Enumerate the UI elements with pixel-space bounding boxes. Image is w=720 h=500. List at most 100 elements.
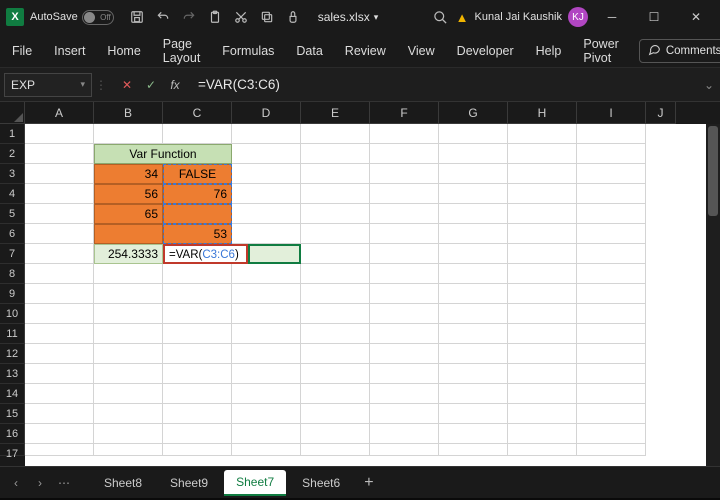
expand-formula-bar-icon[interactable]: ⌄ — [698, 78, 720, 92]
row-headers: 1234567891011121314151617 — [0, 124, 25, 466]
chevron-down-icon: ▾ — [80, 79, 85, 90]
cell-c6[interactable]: 53 — [163, 224, 232, 244]
row-header[interactable]: 10 — [0, 304, 25, 324]
formula-input[interactable] — [192, 73, 698, 96]
formula-bar: EXP ▾ ⋮ ✕ ✓ fx ⌄ — [0, 68, 720, 102]
row-header[interactable]: 1 — [0, 124, 25, 144]
tab-home[interactable]: Home — [105, 40, 142, 62]
tab-review[interactable]: Review — [343, 40, 388, 62]
column-headers: A B C D E F G H I J — [25, 102, 706, 124]
comments-button[interactable]: Comments — [639, 39, 720, 63]
row-header[interactable]: 13 — [0, 364, 25, 384]
cell-d7[interactable] — [248, 244, 301, 264]
sheet-nav-prev[interactable]: ‹ — [6, 476, 26, 490]
ribbon-tabs: File Insert Home Page Layout Formulas Da… — [0, 34, 720, 68]
close-button[interactable]: ✕ — [678, 3, 714, 31]
col-header[interactable]: D — [232, 102, 301, 124]
col-header[interactable]: A — [25, 102, 94, 124]
col-header[interactable]: B — [94, 102, 163, 124]
comments-label: Comments — [666, 45, 720, 57]
row-header[interactable]: 6 — [0, 224, 25, 244]
select-all-corner[interactable] — [0, 102, 25, 124]
col-header[interactable]: I — [577, 102, 646, 124]
row-header[interactable]: 8 — [0, 264, 25, 284]
user-name: Kunal Jai Kaushik — [475, 11, 562, 23]
cut-icon[interactable] — [232, 8, 250, 26]
cancel-edit-icon[interactable]: ✕ — [118, 76, 136, 94]
row-header[interactable]: 14 — [0, 384, 25, 404]
sheet-tab[interactable]: Sheet9 — [158, 471, 220, 495]
tab-page-layout[interactable]: Page Layout — [161, 33, 203, 69]
undo-icon[interactable] — [154, 8, 172, 26]
row-header[interactable]: 17 — [0, 444, 25, 456]
sheet-tab[interactable]: Sheet6 — [290, 471, 352, 495]
row-header[interactable]: 2 — [0, 144, 25, 164]
tab-view[interactable]: View — [406, 40, 437, 62]
cell-b5[interactable]: 65 — [94, 204, 163, 224]
row-header[interactable]: 9 — [0, 284, 25, 304]
worksheet-grid: A B C D E F G H I J 12345678910111213141… — [0, 102, 720, 466]
tab-power-pivot[interactable]: Power Pivot — [581, 33, 620, 69]
confirm-edit-icon[interactable]: ✓ — [142, 76, 160, 94]
account-area[interactable]: ▲ Kunal Jai Kaushik KJ — [456, 7, 588, 27]
sheet-tab-bar: ‹ › ⋯ Sheet8 Sheet9 Sheet7 Sheet6 + — [0, 466, 720, 498]
col-header[interactable]: G — [439, 102, 508, 124]
maximize-button[interactable]: ☐ — [636, 3, 672, 31]
cell-c4[interactable]: 76 — [163, 184, 232, 204]
cells-area[interactable]: Var Function 34FALSE 5676 65 53 254.3333… — [25, 124, 706, 466]
touch-mode-icon[interactable] — [284, 8, 302, 26]
col-header[interactable]: E — [301, 102, 370, 124]
cell-c3[interactable]: FALSE — [163, 164, 232, 184]
document-title[interactable]: sales.xlsx ▾ — [318, 10, 379, 24]
col-header[interactable]: C — [163, 102, 232, 124]
vertical-scrollbar[interactable] — [706, 124, 720, 466]
cell-b6[interactable] — [94, 224, 163, 244]
tab-insert[interactable]: Insert — [52, 40, 87, 62]
tab-formulas[interactable]: Formulas — [220, 40, 276, 62]
name-box[interactable]: EXP ▾ — [4, 73, 92, 97]
fx-icon[interactable]: fx — [166, 76, 184, 94]
scrollbar-thumb[interactable] — [708, 126, 718, 216]
row-header[interactable]: 12 — [0, 344, 25, 364]
sheet-nav-next[interactable]: › — [30, 476, 50, 490]
sheet-tab[interactable]: Sheet8 — [92, 471, 154, 495]
cell-b4[interactable]: 56 — [94, 184, 163, 204]
tab-data[interactable]: Data — [294, 40, 324, 62]
autosave-label: AutoSave — [30, 11, 78, 23]
add-sheet-button[interactable]: + — [364, 474, 373, 492]
copy-icon[interactable] — [258, 8, 276, 26]
excel-app-icon: X — [6, 8, 24, 26]
row-header[interactable]: 4 — [0, 184, 25, 204]
autosave-toggle[interactable]: AutoSave Off — [30, 10, 114, 25]
search-icon[interactable] — [432, 8, 450, 26]
row-header[interactable]: 16 — [0, 424, 25, 444]
cell-b2-c2-merged[interactable]: Var Function — [94, 144, 232, 164]
tab-help[interactable]: Help — [534, 40, 564, 62]
col-header[interactable]: H — [508, 102, 577, 124]
sheet-tab-active[interactable]: Sheet7 — [224, 470, 286, 496]
row-header[interactable]: 15 — [0, 404, 25, 424]
row-header[interactable]: 11 — [0, 324, 25, 344]
save-icon[interactable] — [128, 8, 146, 26]
row-header[interactable]: 3 — [0, 164, 25, 184]
paste-icon[interactable] — [206, 8, 224, 26]
toggle-switch[interactable]: Off — [82, 10, 114, 25]
redo-icon[interactable] — [180, 8, 198, 26]
cell-c5[interactable] — [163, 204, 232, 224]
minimize-button[interactable]: ─ — [594, 3, 630, 31]
title-bar: X AutoSave Off sales.xlsx ▾ — [0, 0, 720, 34]
tab-developer[interactable]: Developer — [455, 40, 516, 62]
cell-b3[interactable]: 34 — [94, 164, 163, 184]
tab-file[interactable]: File — [10, 40, 34, 62]
warning-icon: ▲ — [456, 10, 469, 25]
sheet-nav-more[interactable]: ⋯ — [54, 476, 74, 490]
col-header[interactable]: J — [646, 102, 676, 124]
row-header[interactable]: 7 — [0, 244, 25, 264]
quick-access-toolbar — [128, 8, 302, 26]
col-header[interactable]: F — [370, 102, 439, 124]
row-header[interactable]: 5 — [0, 204, 25, 224]
comment-icon — [648, 43, 661, 59]
cell-c7-editing[interactable]: =VAR(C3:C6) — [163, 244, 248, 264]
user-avatar[interactable]: KJ — [568, 7, 588, 27]
cell-b7[interactable]: 254.3333 — [94, 244, 163, 264]
